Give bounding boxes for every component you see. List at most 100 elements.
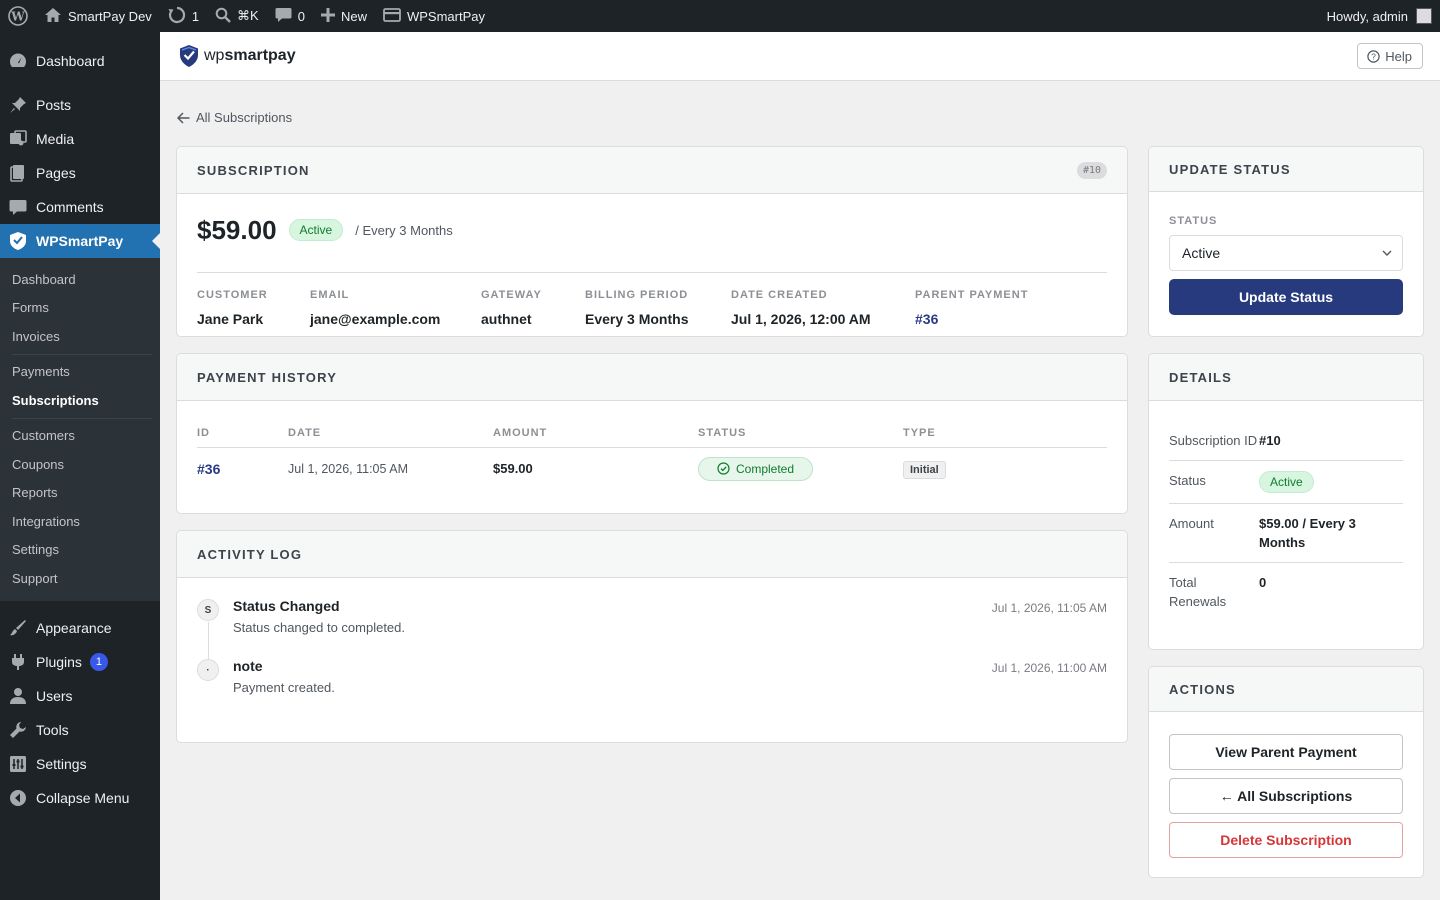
meta-label: EMAIL (310, 289, 350, 301)
parent-payment-link[interactable]: #36 (915, 311, 1028, 327)
plugin-icon (8, 652, 28, 672)
menu-comments-label: Comments (36, 199, 104, 215)
pages-icon (8, 163, 28, 183)
menu-tools[interactable]: Tools (0, 713, 160, 747)
submenu-customers[interactable]: Customers (0, 422, 160, 451)
submenu-forms[interactable]: Forms (0, 294, 160, 323)
all-subscriptions-button[interactable]: ← All Subscriptions (1169, 778, 1403, 814)
menu-pages[interactable]: Pages (0, 156, 160, 190)
subscription-amount: $59.00 (197, 214, 277, 245)
submenu-subscriptions[interactable]: Subscriptions (0, 386, 160, 415)
subscription-id-chip: #10 (1076, 161, 1107, 179)
menu-appearance[interactable]: Appearance (0, 611, 160, 645)
arrow-left-icon (177, 111, 196, 124)
users-icon (8, 686, 28, 706)
account-menu[interactable]: Howdy, admin (1327, 8, 1440, 24)
log-title: note (233, 658, 263, 674)
status-select[interactable]: Active (1169, 235, 1403, 271)
update-status-heading: UPDATE STATUS (1169, 161, 1291, 177)
submenu-invoices[interactable]: Invoices (0, 322, 160, 351)
payment-status-badge: Completed (698, 456, 814, 481)
subscription-card: SUBSCRIPTION #10 $59.00 Active / Every 3… (176, 146, 1128, 337)
update-status-button[interactable]: Update Status (1169, 279, 1403, 315)
submenu-dashboard[interactable]: Dashboard (0, 265, 160, 294)
menu-media[interactable]: Media (0, 122, 160, 156)
detail-value: 0 (1259, 575, 1267, 590)
admin-bar: W SmartPay Dev 1 ⌘K 0 New WPSmartPay How… (0, 0, 1440, 32)
subscription-heading: SUBSCRIPTION (197, 162, 310, 178)
home-icon (44, 7, 62, 26)
search-shortcut[interactable]: ⌘K (207, 0, 267, 32)
column-header: DATE (288, 417, 493, 448)
log-description: Payment created. (233, 680, 335, 695)
menu-media-label: Media (36, 131, 75, 147)
dashboard-icon (8, 51, 28, 71)
all-subscriptions-back-link[interactable]: All Subscriptions (177, 110, 292, 125)
search-icon (215, 7, 231, 26)
subscription-meta: CUSTOMER Jane Park EMAIL jane@example.co… (197, 289, 1107, 327)
howdy-text: Howdy, admin (1326, 8, 1408, 24)
menu-users-label: Users (36, 687, 73, 704)
menu-comments[interactable]: Comments (0, 190, 160, 224)
details-header: DETAILS (1149, 354, 1423, 401)
detail-key: Status (1169, 473, 1206, 488)
activity-log-heading: ACTIVITY LOG (197, 546, 303, 562)
delete-subscription-button[interactable]: Delete Subscription (1169, 822, 1403, 858)
logo-brand-text: smartpay (224, 47, 296, 64)
menu-wpsmartpay-label: WPSmartPay (36, 233, 124, 249)
subscription-card-header: SUBSCRIPTION #10 (177, 147, 1127, 194)
activity-log-card: ACTIVITY LOG S Status Changed Status cha… (176, 530, 1128, 743)
wpsmartpay-adminbar-label: WPSmartPay (406, 8, 485, 24)
updates-count: 1 (191, 8, 200, 24)
payment-history-card: PAYMENT HISTORY ID DATE AMOUNT STATUS TY… (176, 353, 1128, 514)
detail-key: Total Renewals (1169, 575, 1227, 609)
billing-period-text: / Every 3 Months (355, 222, 453, 238)
subscription-amount-row: $59.00 Active / Every 3 Months (197, 208, 1107, 273)
wpsmartpay-logo[interactable]: wp smartpay (178, 44, 296, 68)
site-name: SmartPay Dev (68, 8, 152, 24)
submenu-integrations[interactable]: Integrations (0, 507, 160, 536)
collapse-arrow-icon (8, 788, 28, 808)
help-button[interactable]: ? Help (1357, 43, 1423, 69)
submenu-reports[interactable]: Reports (0, 479, 160, 508)
menu-settings[interactable]: Settings (0, 747, 160, 781)
updates-link[interactable]: 1 (160, 0, 207, 32)
submenu-divider (12, 417, 152, 419)
comment-icon (275, 7, 292, 26)
menu-settings-label: Settings (36, 755, 87, 772)
submenu-support[interactable]: Support (0, 564, 160, 593)
credit-card-icon (383, 7, 401, 25)
detail-key: Amount (1169, 516, 1214, 531)
menu-dashboard[interactable]: Dashboard (0, 44, 160, 78)
details-heading: DETAILS (1169, 369, 1233, 385)
log-item: · note Payment created. Jul 1, 2026, 11:… (197, 658, 1107, 695)
back-link-label: All Subscriptions (196, 110, 293, 125)
submenu-payments[interactable]: Payments (0, 358, 160, 387)
update-status-card: UPDATE STATUS STATUS Active Update Statu… (1148, 146, 1424, 337)
detail-key: Subscription ID (1169, 433, 1258, 448)
chevron-down-icon (1382, 250, 1392, 256)
payment-history-table: ID DATE AMOUNT STATUS TYPE #36 Jul 1, 20… (197, 417, 1107, 490)
submenu-settings[interactable]: Settings (0, 536, 160, 565)
menu-posts[interactable]: Posts (0, 88, 160, 122)
menu-wpsmartpay[interactable]: WPSmartPay (0, 224, 160, 258)
site-name-link[interactable]: SmartPay Dev (36, 0, 160, 32)
menu-collapse[interactable]: Collapse Menu (0, 781, 160, 815)
main-content: All Subscriptions SUBSCRIPTION #10 $59.0… (160, 81, 1440, 900)
timeline-line (208, 622, 209, 662)
log-avatar: · (197, 659, 219, 681)
menu-users[interactable]: Users (0, 679, 160, 713)
wordpress-logo-icon[interactable]: W (0, 0, 36, 32)
column-header: STATUS (698, 417, 903, 448)
view-parent-payment-button[interactable]: View Parent Payment (1169, 734, 1403, 770)
submenu-coupons[interactable]: Coupons (0, 450, 160, 479)
wpsmartpay-adminbar-link[interactable]: WPSmartPay (375, 0, 493, 32)
new-content-link[interactable]: New (313, 0, 375, 32)
menu-plugins[interactable]: Plugins 1 (0, 645, 160, 679)
activity-log-header: ACTIVITY LOG (177, 531, 1127, 578)
detail-value: $59.00 / Every 3 Months (1259, 516, 1356, 550)
plus-icon (320, 7, 335, 25)
detail-row-subscription-id: Subscription ID #10 (1169, 419, 1403, 461)
comments-link[interactable]: 0 (267, 0, 313, 32)
payment-id-link[interactable]: #36 (197, 461, 220, 477)
